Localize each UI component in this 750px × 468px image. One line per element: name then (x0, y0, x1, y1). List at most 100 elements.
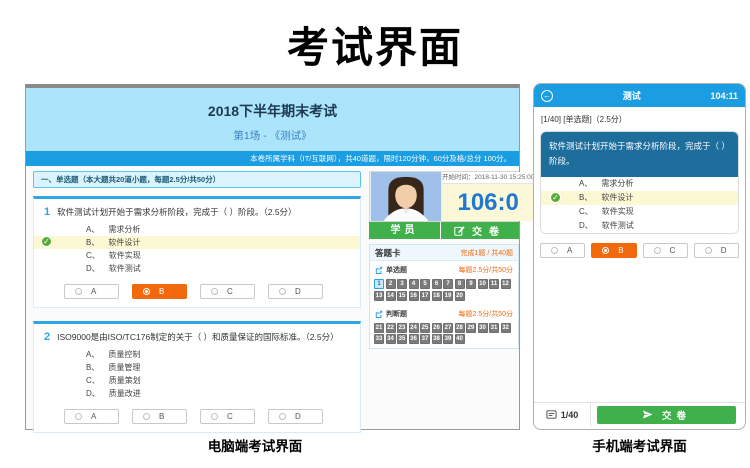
exam-title: 2018下半年期末考试 (26, 88, 519, 121)
answer-card-cell-2[interactable]: 2 (386, 279, 396, 289)
answer-card-cell-10[interactable]: 10 (478, 279, 488, 289)
question-2-option-d[interactable]: D、质量改进 (34, 387, 360, 400)
answer-button-b[interactable]: B (132, 284, 187, 299)
answer-card-cell-31[interactable]: 31 (489, 323, 499, 333)
radio-icon (551, 247, 558, 254)
answer-card-cell-3[interactable]: 3 (397, 279, 407, 289)
option-text: 软件设计 (108, 238, 140, 247)
question-2-text: ISO9000是由ISO/TC176制定的关于（ ）和质量保证的国际标准。（2.… (57, 332, 339, 342)
mobile-option-b[interactable]: ✓ B、软件设计 (541, 191, 738, 205)
answer-card-cell-29[interactable]: 29 (466, 323, 476, 333)
question-1-option-b[interactable]: ✓ B、软件设计 (34, 236, 360, 249)
answer-card-cell-9[interactable]: 9 (466, 279, 476, 289)
answer-card-cell-35[interactable]: 35 (397, 334, 407, 344)
answer-button-c[interactable]: C (643, 243, 688, 258)
mobile-question-meta: [1/40] [单选题]（2.5分） (541, 114, 738, 125)
mobile-option-d[interactable]: D、软件测试 (541, 219, 738, 233)
answer-card-cell-27[interactable]: 27 (443, 323, 453, 333)
answer-button-a[interactable]: A (64, 284, 119, 299)
answer-card-cell-15[interactable]: 15 (397, 291, 407, 301)
mobile-timer: 104:11 (710, 91, 738, 101)
answer-card-cell-8[interactable]: 8 (455, 279, 465, 289)
mobile-option-c[interactable]: C、软件实现 (541, 205, 738, 219)
answer-button-label: D (295, 287, 301, 296)
answer-card-cell-25[interactable]: 25 (420, 323, 430, 333)
question-2-option-c[interactable]: C、质量策划 (34, 374, 360, 387)
answer-button-label: D (721, 246, 727, 255)
answer-card-cell-32[interactable]: 32 (501, 323, 511, 333)
question-1-option-d[interactable]: D、软件测试 (34, 262, 360, 275)
desktop-exam-panel: 2018下半年期末考试 第1场 - 《测试》 本卷所属学科（IT/互联网），共4… (25, 84, 520, 430)
check-icon: ✓ (41, 236, 52, 247)
page: 考试界面 2018下半年期末考试 第1场 - 《测试》 本卷所属学科（IT/互联… (0, 0, 750, 468)
answer-card-cell-24[interactable]: 24 (409, 323, 419, 333)
answer-card-cell-11[interactable]: 11 (489, 279, 499, 289)
answer-card-cell-18[interactable]: 18 (432, 291, 442, 301)
answer-button-d[interactable]: D (268, 409, 323, 424)
section-label: 判断题 (386, 309, 407, 319)
answer-button-label: A (91, 287, 96, 296)
answer-card-progress: 完成1题 / 共40题 (460, 248, 513, 258)
option-text: 需求分析 (108, 225, 140, 234)
radio-icon (75, 413, 82, 420)
submit-paper-button[interactable]: 交卷 (441, 222, 519, 239)
question-2-option-a[interactable]: A、质量控制 (34, 348, 360, 361)
answer-card-cell-19[interactable]: 19 (443, 291, 453, 301)
answer-card-cell-36[interactable]: 36 (409, 334, 419, 344)
answer-card-cell-28[interactable]: 28 (455, 323, 465, 333)
back-icon[interactable]: ← (541, 90, 553, 102)
option-label: A、 (86, 350, 99, 359)
answer-card-cell-21[interactable]: 21 (374, 323, 384, 333)
answer-card-cell-38[interactable]: 38 (432, 334, 442, 344)
answer-card-cell-17[interactable]: 17 (420, 291, 430, 301)
answer-card-cell-13[interactable]: 13 (374, 291, 384, 301)
answer-button-c[interactable]: C (200, 409, 255, 424)
answer-card-cell-23[interactable]: 23 (397, 323, 407, 333)
answer-card: 答题卡 完成1题 / 共40题 单选题 每题2.5分/共50分 (369, 244, 519, 349)
answer-button-d[interactable]: D (694, 243, 739, 258)
answer-card-cell-14[interactable]: 14 (386, 291, 396, 301)
mobile-title: 测试 (553, 89, 710, 102)
answer-button-label: C (227, 412, 233, 421)
question-1-option-a[interactable]: A、需求分析 (34, 223, 360, 236)
mobile-option-a[interactable]: A、需求分析 (541, 177, 738, 191)
submit-pen-icon (454, 225, 465, 236)
mobile-answer-buttons: A B C D (540, 243, 739, 258)
answer-card-cell-5[interactable]: 5 (420, 279, 430, 289)
answer-card-cell-4[interactable]: 4 (409, 279, 419, 289)
answer-card-cell-37[interactable]: 37 (420, 334, 430, 344)
answer-card-cell-20[interactable]: 20 (455, 291, 465, 301)
section-link-icon (375, 266, 383, 274)
answer-card-cell-16[interactable]: 16 (409, 291, 419, 301)
answer-button-a[interactable]: A (540, 243, 585, 258)
mobile-exam-panel: ← 测试 104:11 [1/40] [单选题]（2.5分） 软件测试计划开始于… (533, 83, 746, 430)
answer-card-cell-26[interactable]: 26 (432, 323, 442, 333)
answer-card-cell-30[interactable]: 30 (478, 323, 488, 333)
answer-card-cell-12[interactable]: 12 (501, 279, 511, 289)
answer-button-c[interactable]: C (200, 284, 255, 299)
mobile-submit-button[interactable]: 交卷 (597, 406, 736, 424)
answer-card-cell-40[interactable]: 40 (455, 334, 465, 344)
answer-card-cell-22[interactable]: 22 (386, 323, 396, 333)
answer-sheet-toggle[interactable]: 1/40 (534, 403, 591, 426)
answer-button-d[interactable]: D (268, 284, 323, 299)
answer-card-cell-33[interactable]: 33 (374, 334, 384, 344)
page-title: 考试界面 (0, 14, 750, 75)
option-label: D、 (86, 264, 100, 273)
radio-icon (143, 413, 150, 420)
answer-button-b[interactable]: B (591, 243, 636, 258)
option-text: 质量策划 (109, 376, 141, 385)
question-2-option-b[interactable]: B、质量管理 (34, 361, 360, 374)
option-label: D、 (579, 221, 593, 230)
option-text: 软件设计 (601, 193, 633, 202)
answer-card-cell-6[interactable]: 6 (432, 279, 442, 289)
answer-card-cell-1[interactable]: 1 (374, 279, 384, 289)
answer-button-a[interactable]: A (64, 409, 119, 424)
sidebar-actions: 学员 交卷 (369, 222, 519, 239)
question-2-answer-buttons: A B C D (64, 409, 360, 424)
answer-button-b[interactable]: B (132, 409, 187, 424)
answer-card-cell-39[interactable]: 39 (443, 334, 453, 344)
answer-card-cell-7[interactable]: 7 (443, 279, 453, 289)
answer-card-cell-34[interactable]: 34 (386, 334, 396, 344)
question-1-option-c[interactable]: C、软件实现 (34, 249, 360, 262)
